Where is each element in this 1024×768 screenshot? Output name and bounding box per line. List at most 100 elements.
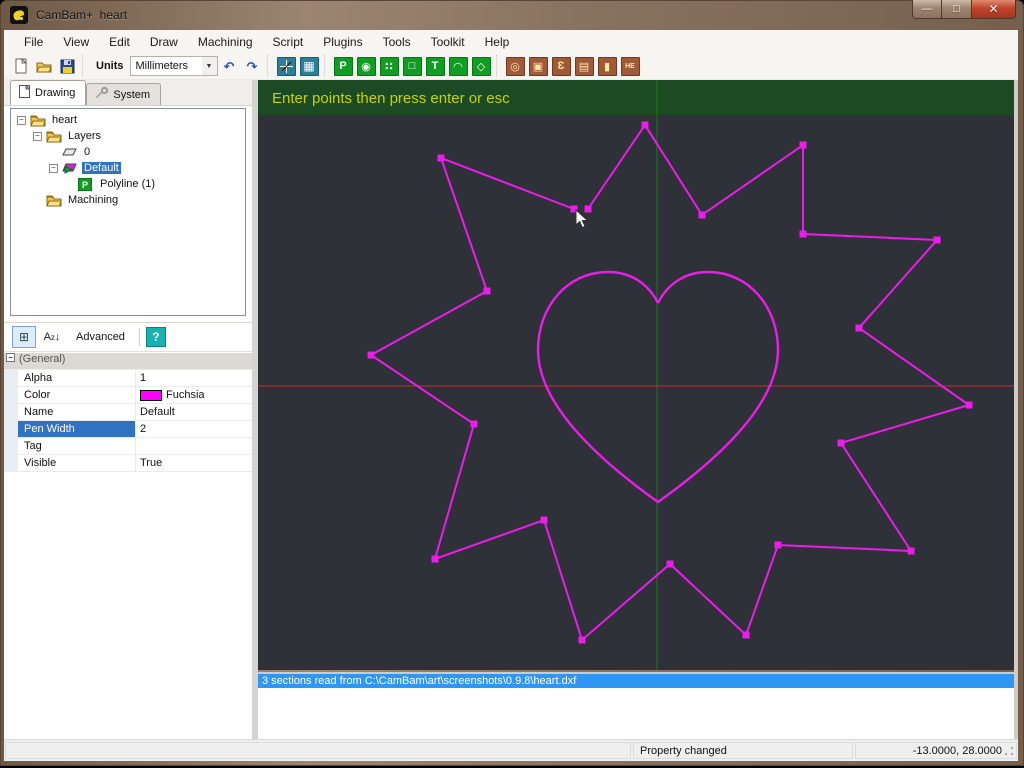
vertex-marker[interactable] xyxy=(471,421,478,428)
menu-draw[interactable]: Draw xyxy=(140,31,188,53)
property-value[interactable]: True xyxy=(136,455,252,471)
circle-icon[interactable]: ◉ xyxy=(356,56,377,77)
categorized-view-button[interactable]: ⊞ xyxy=(12,326,36,348)
expander-icon[interactable]: − xyxy=(33,132,42,141)
profile-icon[interactable]: ◎ xyxy=(505,56,526,77)
new-file-icon[interactable] xyxy=(11,56,32,77)
tree-item-label[interactable]: Polyline (1) xyxy=(98,178,157,190)
vertex-marker[interactable] xyxy=(908,548,915,555)
grid-icon[interactable]: ▦ xyxy=(299,56,320,77)
vertex-marker[interactable] xyxy=(743,632,750,639)
property-name[interactable]: Color xyxy=(18,387,136,403)
property-row-alpha[interactable]: Alpha1 xyxy=(4,370,252,387)
pocket-icon[interactable]: ▣ xyxy=(528,56,549,77)
axes-icon[interactable] xyxy=(276,56,297,77)
expander-icon[interactable]: − xyxy=(17,116,26,125)
maximize-button[interactable]: □ xyxy=(942,0,972,19)
vertex-marker[interactable] xyxy=(432,556,439,563)
help-icon[interactable]: ? xyxy=(146,327,166,347)
vertex-marker[interactable] xyxy=(541,517,548,524)
collapse-icon[interactable]: − xyxy=(6,353,15,362)
tree-item-machining[interactable]: Machining xyxy=(11,192,245,208)
menu-plugins[interactable]: Plugins xyxy=(313,31,372,53)
heightmap-icon[interactable]: HE xyxy=(620,56,641,77)
property-value[interactable]: 2 xyxy=(136,421,252,437)
alphabetical-sort-button[interactable]: Az↓ xyxy=(40,326,64,348)
vertex-marker[interactable] xyxy=(484,288,491,295)
menu-toolkit[interactable]: Toolkit xyxy=(421,31,475,53)
menu-edit[interactable]: Edit xyxy=(99,31,140,53)
vertex-marker[interactable] xyxy=(579,637,586,644)
vertex-marker[interactable] xyxy=(667,561,674,568)
menu-machining[interactable]: Machining xyxy=(188,31,263,53)
close-button[interactable]: ✕ xyxy=(972,0,1016,19)
drawing-tree[interactable]: −heart−Layers0−DefaultPPolyline (1)Machi… xyxy=(10,108,246,316)
open-file-icon[interactable] xyxy=(34,56,55,77)
tab-drawing[interactable]: Drawing xyxy=(10,80,86,105)
property-category[interactable]: −(General) xyxy=(4,353,252,370)
title-bar[interactable]: CamBam+ heart — □ ✕ xyxy=(0,0,1024,30)
engrave-icon[interactable]: Ɛ xyxy=(551,56,572,77)
drawing-canvas[interactable]: Enter points then press enter or esc xyxy=(258,80,1014,670)
log-output-area[interactable] xyxy=(258,688,1014,739)
vertex-marker[interactable] xyxy=(800,231,807,238)
vertex-marker[interactable] xyxy=(368,352,375,359)
advanced-button[interactable]: Advanced xyxy=(68,326,133,348)
property-grid[interactable]: −(General)Alpha1ColorFuchsiaNameDefaultP… xyxy=(4,353,252,472)
drill-icon[interactable]: ▮ xyxy=(597,56,618,77)
vertex-marker[interactable] xyxy=(966,402,973,409)
tree-item-heart[interactable]: − heart xyxy=(11,112,245,128)
property-name[interactable]: Visible xyxy=(18,455,136,471)
minimize-button[interactable]: — xyxy=(912,0,942,19)
menu-script[interactable]: Script xyxy=(263,31,314,53)
property-name[interactable]: Tag xyxy=(18,438,136,454)
color-swatch[interactable] xyxy=(140,390,162,401)
menu-file[interactable]: File xyxy=(14,31,53,53)
property-name[interactable]: Pen Width xyxy=(18,421,136,437)
tree-item-0[interactable]: 0 xyxy=(11,144,245,160)
units-dropdown[interactable]: Millimeters▼ xyxy=(130,56,218,76)
arc-icon[interactable]: ◠ xyxy=(448,56,469,77)
tree-item-label[interactable]: Default xyxy=(82,162,121,174)
dropdown-arrow-icon[interactable]: ▼ xyxy=(202,57,217,75)
vertex-marker[interactable] xyxy=(934,237,941,244)
undo-icon[interactable]: ↶ xyxy=(219,56,240,77)
log-selected-line[interactable]: 3 sections read from C:\CamBam\art\scree… xyxy=(258,672,1014,688)
lathe-icon[interactable]: ▤ xyxy=(574,56,595,77)
property-value[interactable]: 1 xyxy=(136,370,252,386)
vertex-marker[interactable] xyxy=(838,440,845,447)
surface-icon[interactable]: ◇ xyxy=(471,56,492,77)
rectangle-icon[interactable]: □ xyxy=(402,56,423,77)
resize-grip[interactable] xyxy=(1003,745,1015,757)
property-value[interactable]: Fuchsia xyxy=(136,387,252,403)
property-row-pen-width[interactable]: Pen Width2 xyxy=(4,421,252,438)
vertex-marker[interactable] xyxy=(642,122,649,129)
vertex-marker[interactable] xyxy=(856,325,863,332)
menu-tools[interactable]: Tools xyxy=(373,31,421,53)
tab-system[interactable]: System xyxy=(86,83,161,105)
vertex-marker[interactable] xyxy=(438,155,445,162)
property-row-tag[interactable]: Tag xyxy=(4,438,252,455)
tree-item-label[interactable]: 0 xyxy=(82,146,92,158)
tree-item-polyline-1[interactable]: PPolyline (1) xyxy=(11,176,245,192)
expander-icon[interactable]: − xyxy=(49,164,58,173)
property-value[interactable] xyxy=(136,438,252,454)
property-name[interactable]: Name xyxy=(18,404,136,420)
text-icon[interactable]: T xyxy=(425,56,446,77)
property-name[interactable]: Alpha xyxy=(18,370,136,386)
property-value[interactable]: Default xyxy=(136,404,252,420)
polyline-icon[interactable]: P xyxy=(333,56,354,77)
menu-help[interactable]: Help xyxy=(475,31,520,53)
tree-item-default[interactable]: − Default xyxy=(11,160,245,176)
point-list-icon[interactable]: ∷ xyxy=(379,56,400,77)
tree-item-label[interactable]: Layers xyxy=(66,130,103,142)
redo-icon[interactable]: ↷ xyxy=(242,56,263,77)
vertex-marker[interactable] xyxy=(800,142,807,149)
tree-item-label[interactable]: heart xyxy=(50,114,79,126)
vertex-marker[interactable] xyxy=(699,212,706,219)
property-row-name[interactable]: NameDefault xyxy=(4,404,252,421)
tree-item-label[interactable]: Machining xyxy=(66,194,120,206)
save-file-icon[interactable] xyxy=(57,56,78,77)
menu-view[interactable]: View xyxy=(53,31,99,53)
property-row-visible[interactable]: VisibleTrue xyxy=(4,455,252,472)
